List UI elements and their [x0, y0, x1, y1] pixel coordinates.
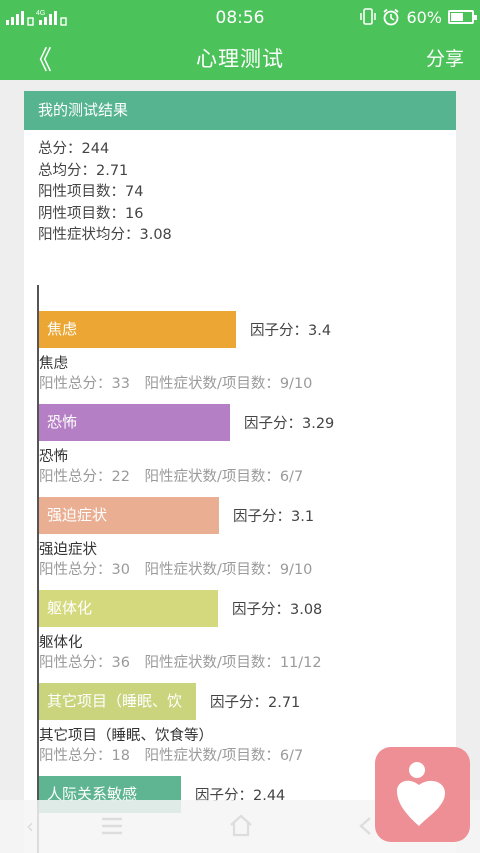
vibrate-icon — [360, 8, 377, 25]
negative-item-count: 阴性项目数：16 — [38, 205, 144, 222]
battery-percent: 60% — [406, 7, 442, 27]
page-title: 心理测试 — [196, 47, 284, 71]
alarm-icon — [383, 8, 400, 26]
menu-icon[interactable] — [100, 817, 124, 835]
return-icon[interactable] — [356, 815, 376, 837]
home-icon[interactable] — [228, 813, 254, 837]
factor-detail: 阳性总分：33 阳性症状数/项目数：9/10 — [39, 376, 313, 392]
factor-name: 恐怖 — [39, 449, 68, 465]
factor-score: 因子分：2.71 — [210, 695, 301, 711]
factor-bar: 焦虑 — [39, 311, 236, 348]
result-card-header: 我的测试结果 — [24, 91, 456, 130]
positive-item-count: 阳性项目数：74 — [38, 184, 144, 200]
heart-person-icon — [397, 762, 445, 826]
factor-bar: 强迫症状 — [39, 497, 219, 534]
result-card: 我的测试结果 总分：244 总均分：2.71 阳性项目数：74 阴性项目数：16… — [24, 91, 456, 853]
positive-symptom-average: 阳性症状均分：3.08 — [38, 227, 172, 243]
back-arrow-icon[interactable]: ‹ — [26, 814, 34, 838]
factor-detail: 阳性总分：22 阳性症状数/项目数：6/7 — [39, 469, 304, 485]
factor-somatization: 躯体化 因子分：3.08 躯体化 阳性总分：36 阳性症状数/项目数：11/12 — [39, 590, 439, 673]
psych-app-floating-button[interactable] — [375, 747, 470, 842]
status-right: 60% — [360, 7, 477, 27]
factor-name: 躯体化 — [39, 635, 83, 651]
factor-score: 因子分：3.29 — [244, 416, 335, 432]
factor-obsessive: 强迫症状 因子分：3.1 强迫症状 阳性总分：30 阳性症状数/项目数：9/10 — [39, 497, 439, 580]
result-summary: 总分：244 总均分：2.71 阳性项目数：74 阴性项目数：16 阳性症状均分… — [24, 130, 456, 247]
factor-anxiety: 焦虑 因子分：3.4 焦虑 阳性总分：33 阳性症状数/项目数：9/10 — [39, 311, 439, 394]
share-button[interactable]: 分享 — [426, 44, 464, 71]
factor-bar: 其它项目（睡眠、饮 — [39, 683, 196, 720]
factor-score: 因子分：3.1 — [233, 509, 315, 525]
content-area[interactable]: 我的测试结果 总分：244 总均分：2.71 阳性项目数：74 阴性项目数：16… — [0, 80, 480, 853]
factor-name: 强迫症状 — [39, 542, 97, 558]
factor-detail: 阳性总分：36 阳性症状数/项目数：11/12 — [39, 655, 322, 671]
factor-name: 其它项目（睡眠、饮食等） — [39, 728, 213, 744]
battery-icon — [448, 10, 477, 24]
factor-detail: 阳性总分：30 阳性症状数/项目数：9/10 — [39, 562, 313, 578]
total-average: 总均分：2.71 — [38, 162, 129, 179]
factor-name: 焦虑 — [39, 356, 68, 372]
factor-score: 因子分：3.08 — [232, 602, 323, 618]
factor-phobia: 恐怖 因子分：3.29 恐怖 阳性总分：22 阳性症状数/项目数：6/7 — [39, 404, 439, 487]
factor-bar: 躯体化 — [39, 590, 218, 627]
total-score: 总分：244 — [38, 141, 110, 157]
factor-bar: 恐怖 — [39, 404, 230, 441]
battery-fill — [451, 13, 463, 21]
factor-score: 因子分：3.4 — [250, 323, 332, 339]
status-bar: 4G 08:56 60% — [0, 0, 480, 34]
navigation-bar: 《 心理测试 分享 — [0, 34, 480, 80]
